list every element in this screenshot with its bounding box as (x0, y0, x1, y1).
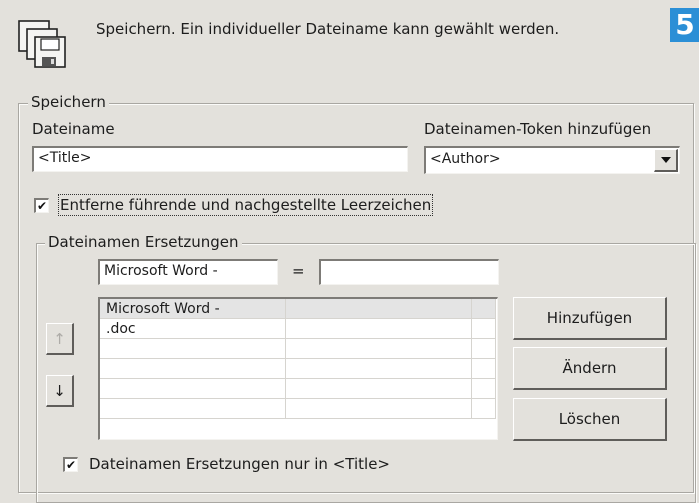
token-select-value: <Author> (430, 151, 501, 167)
token-label: Dateinamen-Token hinzufügen (424, 120, 652, 138)
list-row[interactable] (100, 359, 496, 379)
filename-input[interactable]: <Title> (32, 146, 408, 172)
list-cell-search: Microsoft Word - (100, 299, 286, 319)
trim-whitespace-label[interactable]: Entferne führende und nachgestellte Leer… (57, 194, 434, 216)
step-number-badge: 5 (670, 8, 699, 42)
replacement-input[interactable] (319, 259, 499, 285)
list-cell-replace (286, 399, 472, 419)
title-only-checkbox[interactable]: ✔ (63, 457, 78, 472)
list-cell-replace (286, 319, 472, 339)
list-row[interactable]: .doc (100, 319, 496, 339)
move-up-button[interactable]: ↑ (46, 323, 74, 355)
list-cell-search (100, 379, 286, 399)
list-cell-spacer (472, 319, 496, 339)
list-cell-search: .doc (100, 319, 286, 339)
replacements-group-legend: Dateinamen Ersetzungen (45, 233, 242, 251)
checkmark-icon: ✔ (65, 458, 77, 472)
arrow-up-icon: ↑ (53, 329, 66, 348)
list-cell-search (100, 359, 286, 379)
title-only-label[interactable]: Dateinamen Ersetzungen nur in <Title> (89, 455, 390, 473)
save-floppy-stack-icon (16, 18, 68, 70)
list-cell-search (100, 339, 286, 359)
delete-button[interactable]: Löschen (513, 398, 667, 441)
save-group-legend: Speichern (28, 93, 109, 111)
list-cell-replace (286, 299, 472, 319)
list-row[interactable] (100, 379, 496, 399)
search-term-input[interactable]: Microsoft Word - (98, 259, 278, 285)
list-row[interactable] (100, 399, 496, 419)
list-cell-spacer (472, 399, 496, 419)
filename-label: Dateiname (32, 120, 115, 138)
chevron-down-icon[interactable] (654, 149, 678, 172)
move-down-button[interactable]: ↓ (46, 375, 74, 407)
list-row[interactable] (100, 339, 496, 359)
header-description: Speichern. Ein individueller Dateiname k… (96, 20, 560, 38)
list-row[interactable]: Microsoft Word - (100, 299, 496, 319)
equals-sign: = (292, 262, 305, 280)
list-cell-spacer (472, 379, 496, 399)
token-select[interactable]: <Author> (424, 146, 680, 174)
list-cell-spacer (472, 339, 496, 359)
list-cell-spacer (472, 299, 496, 319)
list-cell-search (100, 399, 286, 419)
list-cell-replace (286, 379, 472, 399)
list-cell-replace (286, 359, 472, 379)
add-button[interactable]: Hinzufügen (513, 297, 667, 340)
checkmark-icon: ✔ (36, 199, 48, 213)
replacements-list[interactable]: Microsoft Word - .doc (98, 297, 498, 440)
arrow-down-icon: ↓ (53, 381, 66, 400)
change-button[interactable]: Ändern (513, 347, 667, 390)
trim-whitespace-checkbox[interactable]: ✔ (34, 198, 49, 213)
list-cell-replace (286, 339, 472, 359)
list-cell-spacer (472, 359, 496, 379)
